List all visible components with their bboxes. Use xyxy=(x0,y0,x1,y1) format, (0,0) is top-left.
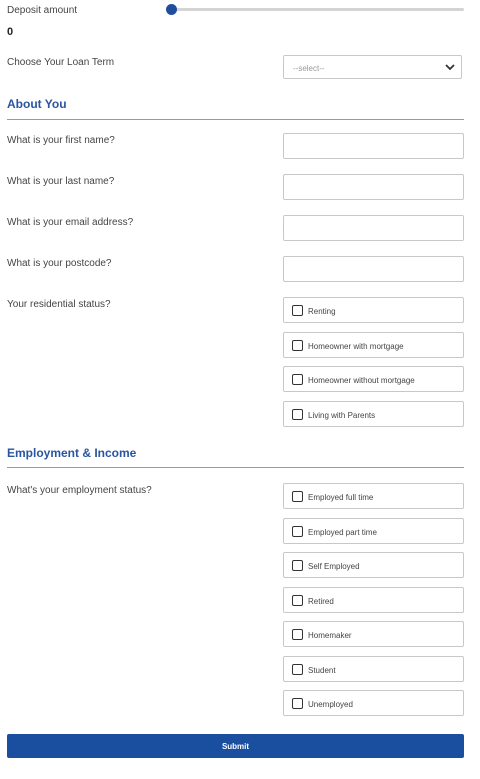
deposit-slider-thumb[interactable] xyxy=(166,4,177,15)
employment-option[interactable]: Employed part time xyxy=(283,518,464,544)
postcode-label: What is your postcode? xyxy=(7,258,112,269)
last-name-input[interactable] xyxy=(283,174,464,200)
loan-term-select-value: --select-- xyxy=(293,64,325,73)
residential-option[interactable]: Renting xyxy=(283,297,464,323)
residential-option[interactable]: Homeowner without mortgage xyxy=(283,366,464,392)
loan-term-label: Choose Your Loan Term xyxy=(7,57,115,68)
checkbox[interactable] xyxy=(292,595,303,606)
option-label: Retired xyxy=(308,597,334,606)
employment-option[interactable]: Unemployed xyxy=(283,690,464,716)
option-label: Homemaker xyxy=(308,631,352,640)
loan-term-select[interactable]: --select-- xyxy=(283,55,462,79)
option-label: Employed part time xyxy=(308,528,377,537)
checkbox[interactable] xyxy=(292,698,303,709)
checkbox[interactable] xyxy=(292,629,303,640)
checkbox[interactable] xyxy=(292,409,303,420)
checkbox[interactable] xyxy=(292,664,303,675)
residential-option[interactable]: Living with Parents xyxy=(283,401,464,427)
residential-option[interactable]: Homeowner with mortgage xyxy=(283,332,464,358)
employment-option[interactable]: Homemaker xyxy=(283,621,464,647)
checkbox[interactable] xyxy=(292,305,303,316)
deposit-value: 0 xyxy=(7,26,14,38)
first-name-label: What is your first name? xyxy=(7,135,115,146)
option-label: Unemployed xyxy=(308,700,353,709)
employment-status-label: What's your employment status? xyxy=(7,485,152,496)
about-you-heading: About You xyxy=(7,97,67,111)
option-label: Homeowner with mortgage xyxy=(308,342,404,351)
checkbox[interactable] xyxy=(292,560,303,571)
employment-option[interactable]: Self Employed xyxy=(283,552,464,578)
employment-option[interactable]: Employed full time xyxy=(283,483,464,509)
submit-button[interactable]: Submit xyxy=(7,734,464,758)
option-label: Renting xyxy=(308,307,336,316)
employment-option[interactable]: Student xyxy=(283,656,464,682)
section-divider xyxy=(7,467,464,468)
first-name-input[interactable] xyxy=(283,133,464,159)
option-label: Student xyxy=(308,666,336,675)
chevron-down-icon xyxy=(445,64,455,71)
section-divider xyxy=(7,119,464,120)
checkbox[interactable] xyxy=(292,491,303,502)
deposit-slider-track[interactable] xyxy=(171,8,464,11)
residential-status-label: Your residential status? xyxy=(7,299,111,310)
checkbox[interactable] xyxy=(292,526,303,537)
postcode-input[interactable] xyxy=(283,256,464,282)
employment-option[interactable]: Retired xyxy=(283,587,464,613)
option-label: Self Employed xyxy=(308,562,360,571)
checkbox[interactable] xyxy=(292,340,303,351)
option-label: Homeowner without mortgage xyxy=(308,376,415,385)
option-label: Living with Parents xyxy=(308,411,376,420)
email-input[interactable] xyxy=(283,215,464,241)
checkbox[interactable] xyxy=(292,374,303,385)
last-name-label: What is your last name? xyxy=(7,176,115,187)
employment-heading: Employment & Income xyxy=(7,446,137,460)
deposit-label: Deposit amount xyxy=(7,5,78,16)
option-label: Employed full time xyxy=(308,493,374,502)
email-label: What is your email address? xyxy=(7,217,134,228)
